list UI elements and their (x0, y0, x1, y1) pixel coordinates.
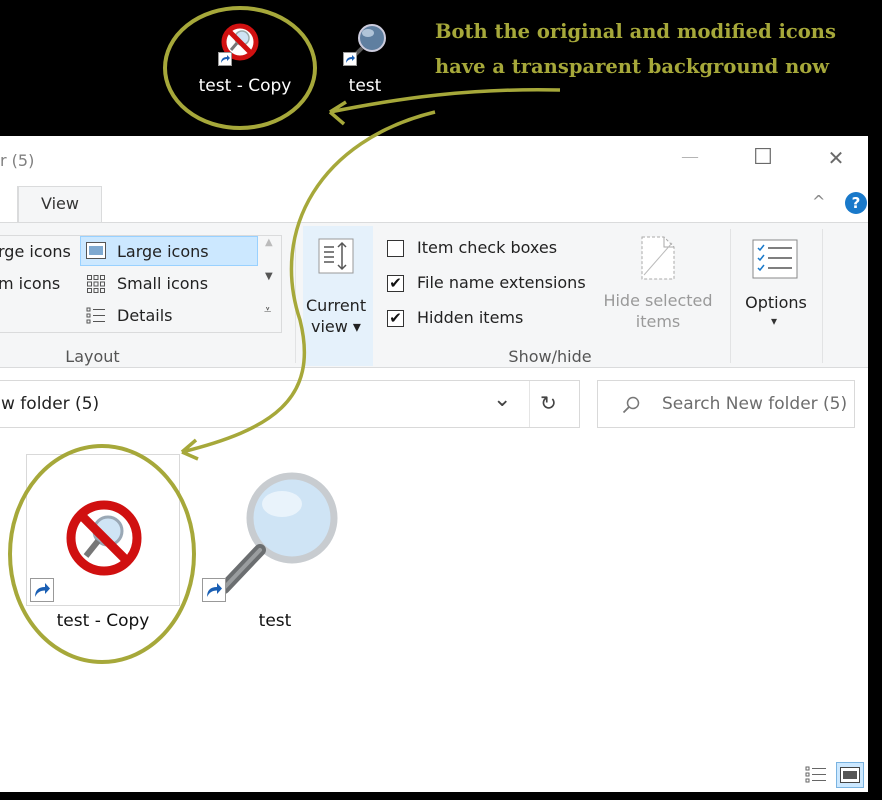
shortcut-arrow-icon (30, 578, 54, 602)
help-icon[interactable]: ? (845, 192, 867, 214)
item-check-boxes-checkbox[interactable] (387, 240, 404, 257)
close-button[interactable]: ✕ (816, 146, 856, 170)
file-name-extensions-checkbox[interactable]: ✔ (387, 275, 404, 292)
current-view-button[interactable]: Current view ▾ (303, 226, 373, 366)
group-separator (822, 229, 823, 363)
checkmark-icon: ✔ (389, 274, 402, 292)
magnifier-icon (218, 472, 338, 594)
file-name-extensions-label[interactable]: File name extensions (417, 273, 586, 292)
minimize-button[interactable]: — (670, 146, 710, 167)
checkmark-icon: ✔ (389, 309, 402, 327)
search-box[interactable]: Search New folder (5) (597, 380, 855, 428)
hidden-items-label[interactable]: Hidden items (417, 308, 523, 327)
file-label: test - Copy (56, 611, 150, 631)
desktop-icon-label: test (348, 76, 382, 96)
large-icons-view-button[interactable] (836, 762, 864, 788)
search-input[interactable]: Search New folder (5) (662, 394, 847, 414)
hide-selected-items-button[interactable]: Hide selected items (596, 231, 720, 341)
hidden-items-checkbox[interactable]: ✔ (387, 310, 404, 327)
group-separator (730, 229, 731, 363)
options-label: Options (745, 293, 807, 312)
ribbon: rge icons Large icons m icons Small icon… (0, 222, 868, 368)
options-arrow: ▾ (770, 314, 778, 328)
sort-columns-icon (318, 238, 354, 274)
collapse-ribbon-button[interactable]: ^ (812, 192, 825, 211)
address-dropdown-icon[interactable]: ⌄ (493, 387, 511, 412)
title-bar: r (5) — ☐ ✕ (0, 136, 868, 184)
address-separator (529, 381, 530, 427)
ribbon-tabs: View ^ ? (0, 184, 868, 222)
address-path[interactable]: w folder (5) (1, 394, 99, 414)
hide-selected-label-1: Hide selected (603, 291, 713, 310)
search-icon (622, 396, 640, 414)
no-search-icon (66, 500, 142, 576)
large-icons-view-icon (840, 767, 860, 783)
desktop-icon-test[interactable]: test (330, 18, 400, 108)
current-view-label-2: view ▾ (311, 317, 361, 336)
layout-group-label: Layout (65, 347, 120, 366)
annotation-line-2: have a transparent background now (435, 55, 830, 78)
shortcut-arrow-icon (202, 578, 226, 602)
desktop-icon-label: test - Copy (198, 76, 292, 96)
explorer-window: r (5) — ☐ ✕ View ^ ? rge icons Large ico… (0, 136, 868, 792)
window-title: r (5) (0, 151, 35, 170)
show-hide-group-label: Show/hide (508, 347, 592, 366)
refresh-icon[interactable]: ↻ (540, 391, 557, 415)
tab-view[interactable]: View (18, 186, 102, 222)
hide-selected-label-2: items (635, 312, 681, 331)
layout-options-border (0, 235, 282, 333)
shortcut-arrow-icon (343, 52, 357, 66)
group-separator (295, 229, 296, 363)
hide-document-icon (641, 236, 675, 280)
annotation-line-1: Both the original and modified icons (435, 20, 836, 43)
desktop: test - Copy test Both the original and m… (0, 0, 882, 136)
maximize-button[interactable]: ☐ (743, 145, 783, 170)
current-view-label-1: Current (306, 296, 367, 315)
shortcut-arrow-icon (218, 52, 232, 66)
desktop-icon-test-copy[interactable]: test - Copy (190, 18, 300, 108)
file-item-test[interactable]: test (198, 454, 352, 634)
item-check-boxes-label[interactable]: Item check boxes (417, 238, 557, 257)
file-label: test (258, 611, 292, 631)
tab-partial[interactable] (0, 186, 18, 222)
details-view-icon[interactable] (804, 764, 828, 786)
options-list-icon (752, 239, 798, 279)
address-bar[interactable]: w folder (5) ⌄ ↻ (0, 380, 580, 428)
file-item-test-copy[interactable]: test - Copy (26, 454, 180, 634)
options-button[interactable]: Options ▾ (738, 231, 814, 341)
